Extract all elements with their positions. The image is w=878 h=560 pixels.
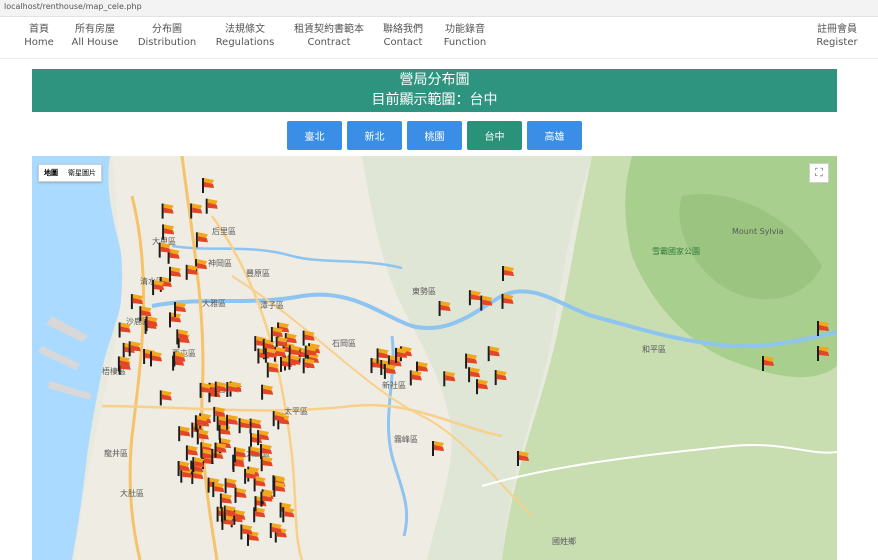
nav-function-en: Function bbox=[443, 37, 487, 48]
nav-function[interactable]: 功能錄音 Function bbox=[440, 24, 490, 49]
map-label: 大雅區 bbox=[202, 298, 226, 308]
google-map[interactable]: 大甲區 后里區 豐原區 大雅區 潭子區 石岡區 東勢區 新社區 梧棲區 沙鹿區 … bbox=[32, 156, 837, 560]
map-label-park: 雪霸國家公園 bbox=[652, 246, 700, 256]
city-button-taichung[interactable]: 台中 bbox=[467, 121, 522, 150]
nav-all-house-en: All House bbox=[71, 37, 119, 48]
nav-register[interactable]: 註冊會員 Register bbox=[812, 24, 862, 49]
city-button-kaohsiung[interactable]: 高雄 bbox=[527, 121, 582, 150]
map-label: 太平區 bbox=[284, 406, 308, 416]
map-label: 霧峰區 bbox=[394, 434, 418, 444]
city-button-taipei[interactable]: 臺北 bbox=[287, 121, 342, 150]
map-label: 東勢區 bbox=[412, 286, 436, 296]
nav-register-zh: 註冊會員 bbox=[817, 24, 857, 35]
city-button-taoyuan[interactable]: 桃園 bbox=[407, 121, 462, 150]
nav-all-house[interactable]: 所有房屋 All House bbox=[70, 24, 120, 49]
nav-contract[interactable]: 租賃契約書範本 Contract bbox=[292, 24, 366, 49]
map-label: 豐原區 bbox=[246, 268, 270, 278]
nav-contract-zh: 租賃契約書範本 bbox=[294, 24, 364, 35]
nav-contract-en: Contract bbox=[307, 37, 351, 48]
map-label: 新社區 bbox=[382, 380, 406, 390]
map-label: 龍井區 bbox=[104, 448, 128, 458]
browser-address-bar[interactable]: localhost/renthouse/map_cele.php bbox=[0, 0, 878, 17]
nav-contact-zh: 聯絡我們 bbox=[383, 24, 423, 35]
nav-contact[interactable]: 聯絡我們 Contact bbox=[380, 24, 426, 49]
map-type-control: 地圖 衛星圖片 bbox=[38, 164, 102, 182]
map-label-peak: Mount Sylvia bbox=[732, 227, 784, 236]
nav-regulations-en: Regulations bbox=[215, 37, 275, 48]
url-text: localhost/renthouse/map_cele.php bbox=[4, 2, 142, 11]
nav-register-en: Register bbox=[816, 37, 858, 48]
current-range-text: 目前顯示範圍：台中 bbox=[371, 92, 498, 108]
map-label: 大肚區 bbox=[120, 488, 144, 498]
nav-home[interactable]: 首頁 Home bbox=[22, 24, 56, 49]
nav-distribution-zh: 分布圖 bbox=[152, 24, 182, 35]
map-canvas[interactable]: 大甲區 后里區 豐原區 大雅區 潭子區 石岡區 東勢區 新社區 梧棲區 沙鹿區 … bbox=[32, 156, 837, 560]
nav-all-house-zh: 所有房屋 bbox=[75, 24, 115, 35]
nav-home-en: Home bbox=[24, 37, 54, 48]
nav-home-zh: 首頁 bbox=[29, 24, 49, 35]
map-type-map[interactable]: 地圖 bbox=[39, 165, 63, 181]
map-type-satellite[interactable]: 衛星圖片 bbox=[63, 165, 101, 181]
nav-contact-en: Contact bbox=[383, 37, 423, 48]
nav-function-zh: 功能錄音 bbox=[445, 24, 485, 35]
page-title: 營局分布圖 bbox=[399, 72, 470, 88]
map-label: 石岡區 bbox=[332, 339, 356, 348]
nav-distribution-en: Distribution bbox=[137, 37, 197, 48]
map-label: 國姓鄉 bbox=[552, 536, 576, 546]
map-label: 后里區 bbox=[212, 226, 236, 236]
top-navbar: 首頁 Home 所有房屋 All House 分布圖 Distribution … bbox=[0, 18, 878, 59]
fullscreen-icon[interactable]: ⛶ bbox=[809, 163, 829, 183]
nav-regulations[interactable]: 法規條文 Regulations bbox=[213, 24, 277, 49]
page-banner: 營局分布圖 目前顯示範圍：台中 bbox=[32, 69, 837, 112]
map-label: 和平區 bbox=[642, 345, 666, 354]
nav-regulations-zh: 法規條文 bbox=[225, 24, 265, 35]
city-button-new-taipei[interactable]: 新北 bbox=[347, 121, 402, 150]
map-label: 神岡區 bbox=[208, 258, 232, 268]
map-label: 潭子區 bbox=[260, 301, 284, 310]
nav-distribution[interactable]: 分布圖 Distribution bbox=[136, 24, 198, 49]
